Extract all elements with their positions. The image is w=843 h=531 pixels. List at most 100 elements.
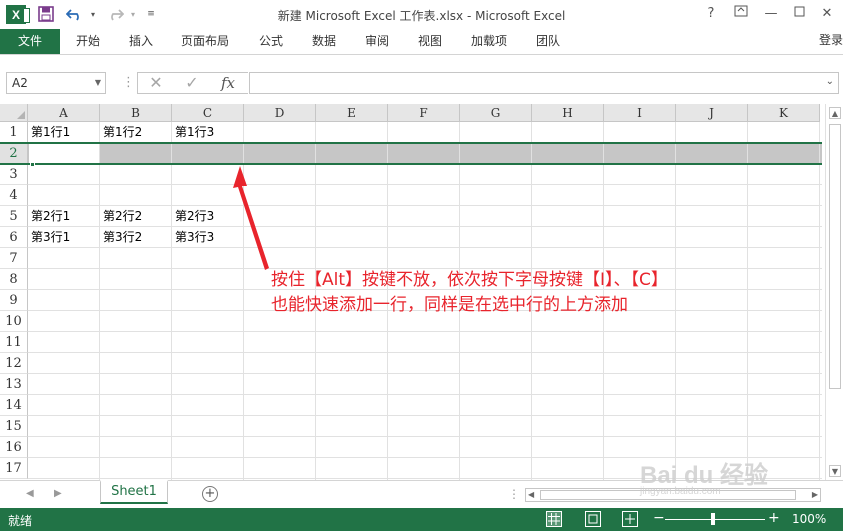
- tab-view[interactable]: 视图: [412, 29, 448, 54]
- row-header-8[interactable]: 8: [0, 269, 28, 290]
- ribbon-tabs: 文件 开始 插入 页面布局 公式 数据 审阅 视图 加载项 团队 登录: [0, 29, 843, 55]
- cancel-icon[interactable]: ✕: [138, 73, 174, 93]
- prev-sheet-icon[interactable]: ◀: [26, 488, 34, 499]
- row-header-16[interactable]: 16: [0, 437, 28, 458]
- cell-c1[interactable]: 第1行3: [172, 122, 244, 143]
- zoom-out-icon[interactable]: −: [653, 510, 665, 526]
- scroll-right-icon[interactable]: ▶: [812, 489, 818, 501]
- formula-bar: A2 ▼ ⋮ ✕ ✓ fx ⌄: [0, 55, 843, 103]
- cell-a5[interactable]: 第2行1: [28, 206, 100, 227]
- cell-b1[interactable]: 第1行2: [100, 122, 172, 143]
- row-header-14[interactable]: 14: [0, 395, 28, 416]
- sign-in-link[interactable]: 登录: [819, 31, 843, 48]
- scroll-left-icon[interactable]: ◀: [528, 489, 534, 501]
- active-cell[interactable]: [29, 144, 100, 164]
- baidu-watermark: Bai du 经验 jingyan.baidu.com: [640, 455, 768, 497]
- annotation-line-1: 按住【Alt】按键不放，依次按下字母按键【I】、【C】: [271, 270, 668, 290]
- cell-a1[interactable]: 第1行1: [28, 122, 100, 143]
- column-header-e[interactable]: E: [316, 104, 388, 122]
- tab-data[interactable]: 数据: [306, 29, 342, 54]
- cell-b5[interactable]: 第2行2: [100, 206, 172, 227]
- row-header-13[interactable]: 13: [0, 374, 28, 395]
- tab-review[interactable]: 审阅: [359, 29, 395, 54]
- fill-handle[interactable]: [30, 162, 35, 167]
- row-header-12[interactable]: 12: [0, 353, 28, 374]
- expand-formula-icon[interactable]: ⌄: [826, 76, 834, 87]
- scroll-down-icon[interactable]: ▼: [829, 465, 841, 477]
- row-header-3[interactable]: 3: [0, 164, 28, 185]
- column-header-k[interactable]: K: [748, 104, 820, 122]
- name-box-dropdown-icon[interactable]: ▼: [95, 73, 101, 93]
- zoom-slider-thumb[interactable]: [711, 513, 715, 525]
- page-layout-view-icon[interactable]: [585, 511, 601, 527]
- cell-a6[interactable]: 第3行1: [28, 227, 100, 248]
- cell-b6[interactable]: 第3行2: [100, 227, 172, 248]
- formula-input[interactable]: ⌄: [249, 72, 839, 94]
- close-button[interactable]: ✕: [816, 5, 838, 23]
- row-header-1[interactable]: 1: [0, 122, 28, 143]
- zoom-level[interactable]: 100%: [792, 512, 826, 526]
- tab-insert[interactable]: 插入: [123, 29, 159, 54]
- grid-row-line: [28, 415, 822, 416]
- help-button[interactable]: ?: [700, 5, 722, 23]
- tab-page-layout[interactable]: 页面布局: [175, 29, 235, 54]
- sheet-tab-sheet1[interactable]: Sheet1: [100, 480, 168, 504]
- row-header-5[interactable]: 5: [0, 206, 28, 227]
- column-header-i[interactable]: I: [604, 104, 676, 122]
- title-bar: X ▾ ▾ ≡ 新建 Microsoft Excel 工作表.xlsx - Mi…: [0, 0, 843, 29]
- row-header-9[interactable]: 9: [0, 290, 28, 311]
- status-text: 就绪: [8, 514, 33, 528]
- column-header-d[interactable]: D: [244, 104, 316, 122]
- tab-team[interactable]: 团队: [530, 29, 566, 54]
- column-header-b[interactable]: B: [100, 104, 172, 122]
- row-header-2[interactable]: 2: [0, 143, 28, 164]
- row-header-4[interactable]: 4: [0, 185, 28, 206]
- zoom-slider[interactable]: [665, 519, 765, 520]
- row-header-11[interactable]: 11: [0, 332, 28, 353]
- formula-bar-grip[interactable]: ⋮: [122, 75, 135, 90]
- grid-column-line: [171, 122, 172, 480]
- formula-buttons: ✕ ✓ fx: [137, 72, 248, 94]
- tab-formulas[interactable]: 公式: [253, 29, 289, 54]
- row-header-10[interactable]: 10: [0, 311, 28, 332]
- minimize-button[interactable]: —: [760, 5, 782, 23]
- enter-icon[interactable]: ✓: [174, 73, 210, 93]
- normal-view-icon[interactable]: [546, 511, 562, 527]
- page-break-preview-icon[interactable]: [622, 511, 638, 527]
- selection-border-top: [0, 142, 822, 144]
- grid-row-line: [28, 331, 822, 332]
- column-header-h[interactable]: H: [532, 104, 604, 122]
- insert-function-icon[interactable]: fx: [210, 73, 246, 93]
- tab-add-ins[interactable]: 加载项: [465, 29, 513, 54]
- row-header-6[interactable]: 6: [0, 227, 28, 248]
- tab-file[interactable]: 文件: [0, 29, 60, 54]
- select-all-button[interactable]: [0, 104, 28, 122]
- tab-split-grip[interactable]: ⋮: [508, 487, 520, 501]
- vertical-scroll-thumb[interactable]: [829, 124, 841, 389]
- row-header-15[interactable]: 15: [0, 416, 28, 437]
- ribbon-display-options-icon[interactable]: [730, 5, 752, 23]
- column-header-f[interactable]: F: [388, 104, 460, 122]
- column-header-j[interactable]: J: [676, 104, 748, 122]
- zoom-in-icon[interactable]: +: [768, 510, 780, 526]
- grid-row-line: [28, 373, 822, 374]
- new-sheet-button[interactable]: +: [202, 486, 218, 502]
- row-header-17[interactable]: 17: [0, 458, 28, 479]
- column-header-g[interactable]: G: [460, 104, 532, 122]
- status-bar: 就绪 − + 100%: [0, 508, 843, 531]
- next-sheet-icon[interactable]: ▶: [54, 488, 62, 499]
- grid-row-line: [28, 436, 822, 437]
- scroll-up-icon[interactable]: ▲: [829, 107, 841, 119]
- column-header-c[interactable]: C: [172, 104, 244, 122]
- vertical-scrollbar[interactable]: ▲ ▼: [825, 104, 843, 480]
- restore-button[interactable]: [788, 5, 810, 23]
- row-header-7[interactable]: 7: [0, 248, 28, 269]
- name-box-value: A2: [12, 76, 28, 90]
- grid-row-line: [28, 394, 822, 395]
- grid-column-line: [819, 122, 820, 480]
- column-header-a[interactable]: A: [28, 104, 100, 122]
- watermark-brand: Bai du 经验: [640, 462, 769, 489]
- name-box[interactable]: A2 ▼: [6, 72, 106, 94]
- tab-home[interactable]: 开始: [70, 29, 106, 54]
- grid-row-line: [28, 352, 822, 353]
